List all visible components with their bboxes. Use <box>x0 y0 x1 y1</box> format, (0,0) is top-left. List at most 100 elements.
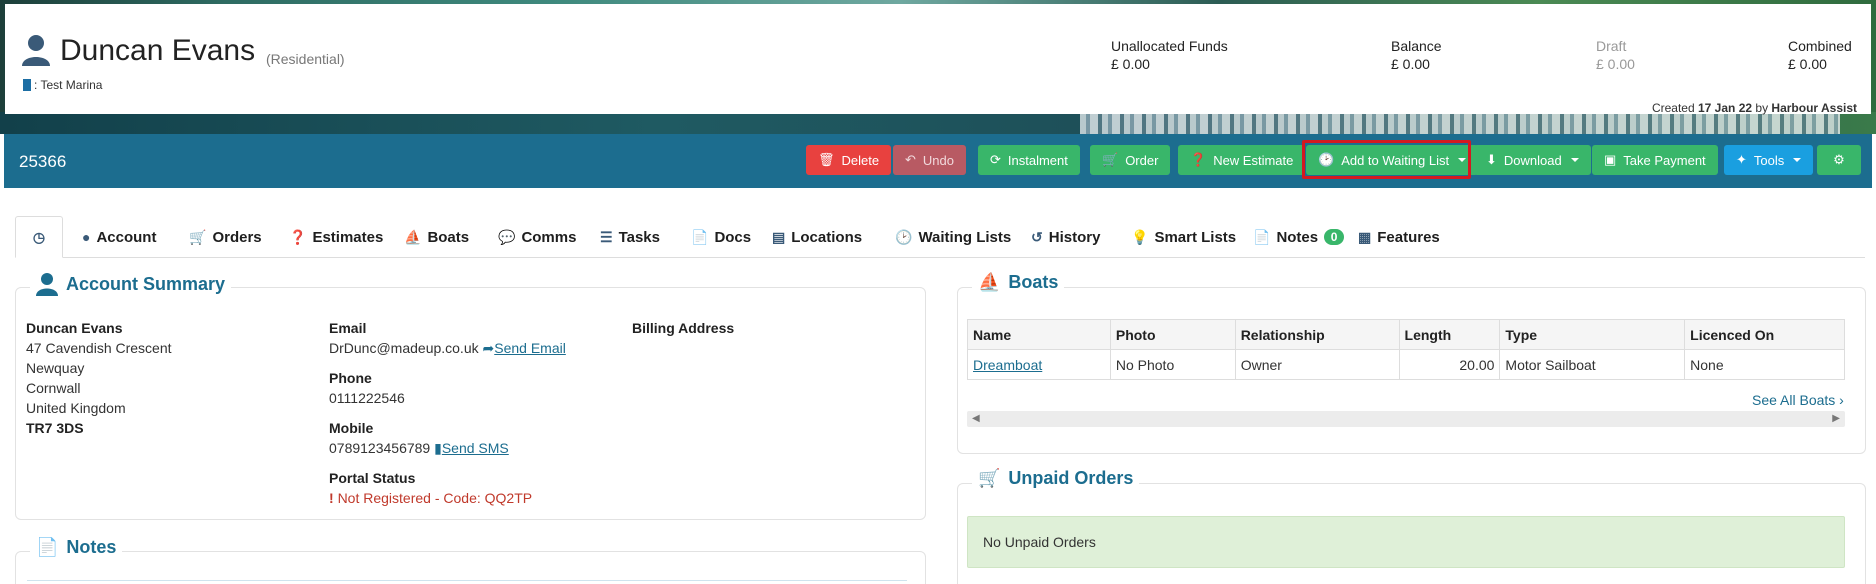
send-email-link[interactable]: Send Email <box>494 340 566 356</box>
boat-name-link[interactable]: Dreamboat <box>973 357 1042 373</box>
boat-icon: ⛵ <box>404 228 422 245</box>
note-icon: 📄 <box>36 537 59 557</box>
tab-label: Docs <box>714 228 752 246</box>
scroll-left-icon[interactable]: ◀ <box>972 413 980 424</box>
tab-smart-lists[interactable]: 💡 Smart Lists <box>1131 216 1236 258</box>
fund-value: £ 0.00 <box>1111 56 1150 72</box>
boat-icon: ⛵ <box>978 272 1001 292</box>
boat-photo-cell: No Photo <box>1109 349 1236 380</box>
tab-tasks[interactable]: ☰ Tasks <box>600 216 660 258</box>
tab-label: Waiting Lists <box>918 228 1012 246</box>
chevron-right-icon: › <box>1839 392 1844 408</box>
mobile-value: 0789123456789 <box>329 440 431 456</box>
phone-value: 0111222546 <box>329 390 405 406</box>
tab-waiting-lists[interactable]: 🕑 Waiting Lists <box>895 216 1011 258</box>
boat-licenced-cell: None <box>1684 349 1845 380</box>
tab-locations[interactable]: ▤ Locations <box>772 216 862 258</box>
boats-title: ⛵ Boats <box>972 272 1065 293</box>
column-header[interactable]: Type <box>1499 319 1686 350</box>
history-icon: ↺ <box>1031 228 1043 245</box>
scroll-right-icon[interactable]: ▶ <box>1832 413 1840 424</box>
download-button[interactable]: ⬇ Download <box>1474 145 1591 175</box>
tab-estimates[interactable]: ❓ Estimates <box>289 216 383 258</box>
panel-title-text: Notes <box>66 537 117 557</box>
cart-icon: 🛒 <box>1102 152 1119 167</box>
tab-label: Smart Lists <box>1154 228 1237 246</box>
take-payment-button[interactable]: ▣ Take Payment <box>1592 145 1718 175</box>
column-header[interactable]: Relationship <box>1234 319 1400 350</box>
tab-history[interactable]: ↺ History <box>1031 216 1100 258</box>
column-header[interactable]: Licenced On <box>1684 319 1845 350</box>
tab-account[interactable]: ● Account <box>82 216 156 258</box>
repeat-icon: ⟳ <box>990 152 1001 167</box>
customer-header: Duncan Evans (Residential) : Test Marina… <box>5 4 1871 115</box>
tools-button[interactable]: ✦ Tools <box>1724 145 1814 175</box>
tab-label: History <box>1048 228 1101 246</box>
horizontal-scrollbar[interactable]: ◀ ▶ <box>967 411 1845 427</box>
address-name: Duncan Evans <box>26 320 123 336</box>
tab-label: Comms <box>521 228 577 246</box>
delete-button[interactable]: 🗑 Delete <box>806 145 892 175</box>
created-prefix: Created <box>1651 101 1695 115</box>
email-label: Email <box>329 320 367 336</box>
fund-unallocated: Unallocated Funds £ 0.00 <box>1111 37 1228 73</box>
money-icon: ▣ <box>1604 152 1617 167</box>
fund-value: £ 0.00 <box>1596 56 1635 72</box>
tab-features[interactable]: ▦ Features <box>1358 216 1440 258</box>
send-sms-link[interactable]: Send SMS <box>442 440 509 456</box>
billing-address: Billing Address <box>632 318 734 338</box>
boat-length-cell: 20.00 <box>1398 349 1501 380</box>
caret-down-icon <box>1570 158 1579 162</box>
new-estimate-button[interactable]: ❓ New Estimate <box>1178 145 1306 175</box>
address-line: Cornwall <box>26 380 81 396</box>
undo-label: Undo <box>922 152 954 168</box>
boats-table: Name Photo Relationship Length Type Lice… <box>967 319 1845 380</box>
tab-boats[interactable]: ⛵ Boats <box>404 216 469 258</box>
column-header[interactable]: Name <box>967 319 1111 350</box>
tab-dashboard[interactable]: ◷ <box>15 216 63 258</box>
phone-label: Phone <box>329 370 372 386</box>
notes-title: 📄 Notes <box>30 537 123 558</box>
tab-orders[interactable]: 🛒 Orders <box>189 216 262 258</box>
cart-icon: 🛒 <box>978 468 1001 488</box>
undo-button[interactable]: ↶ Undo <box>893 145 966 175</box>
created-by: Harbour Assist <box>1771 101 1857 115</box>
tab-comms[interactable]: 💬 Comms <box>498 216 576 258</box>
tab-label: Estimates <box>312 228 384 246</box>
user-icon: ● <box>82 229 91 245</box>
panel-title-text: Unpaid Orders <box>1008 468 1134 488</box>
order-button[interactable]: 🛒 Order <box>1090 145 1171 175</box>
wand-icon: ✦ <box>1736 152 1747 167</box>
delete-label: Delete <box>841 152 880 168</box>
portal-status-row: ! Not Registered - Code: QQ2TP <box>329 488 566 508</box>
cart-icon: 🛒 <box>189 228 207 245</box>
column-header[interactable]: Photo <box>1109 319 1236 350</box>
notes-input-edge <box>27 580 907 584</box>
building-icon <box>23 79 31 91</box>
boat-relationship-cell: Owner <box>1234 349 1400 380</box>
created-date: 17 Jan 22 <box>1698 101 1753 115</box>
no-unpaid-orders-alert: No Unpaid Orders <box>967 516 1845 568</box>
user-icon <box>36 273 58 296</box>
email-value: DrDunc@madeup.co.uk <box>329 340 479 356</box>
contact-details: Email DrDunc@madeup.co.uk ➦Send Email Ph… <box>329 318 566 508</box>
download-label: Download <box>1503 152 1562 168</box>
table-header-row: Name Photo Relationship Length Type Lice… <box>967 319 1845 350</box>
tab-notes[interactable]: 📄 Notes 0 <box>1253 216 1345 258</box>
order-label: Order <box>1125 152 1159 168</box>
fund-combined: Combined £ 0.00 <box>1788 37 1852 73</box>
boat-name-cell: Dreamboat <box>967 349 1111 380</box>
portal-status-value: Not Registered - Code: QQ2TP <box>337 490 533 506</box>
see-all-boats-link[interactable]: See All Boats › <box>1752 392 1844 408</box>
record-tabs: ◷ ● Account 🛒 Orders ❓ Estimates ⛵ Boats… <box>15 216 1865 258</box>
column-header[interactable]: Length <box>1398 319 1501 350</box>
panel-title-text: Account Summary <box>66 273 226 294</box>
tab-docs[interactable]: 📄 Docs <box>691 216 751 258</box>
settings-button[interactable]: ⚙ <box>1817 145 1861 175</box>
trash-icon: 🗑 <box>818 152 835 167</box>
boat-type-cell: Motor Sailboat <box>1499 349 1686 380</box>
phone-icon: ▮ <box>434 440 442 456</box>
grid-icon: ▦ <box>1358 228 1372 245</box>
instalment-button[interactable]: ⟳ Instalment <box>978 145 1080 175</box>
address-line: 47 Cavendish Crescent <box>26 340 172 356</box>
